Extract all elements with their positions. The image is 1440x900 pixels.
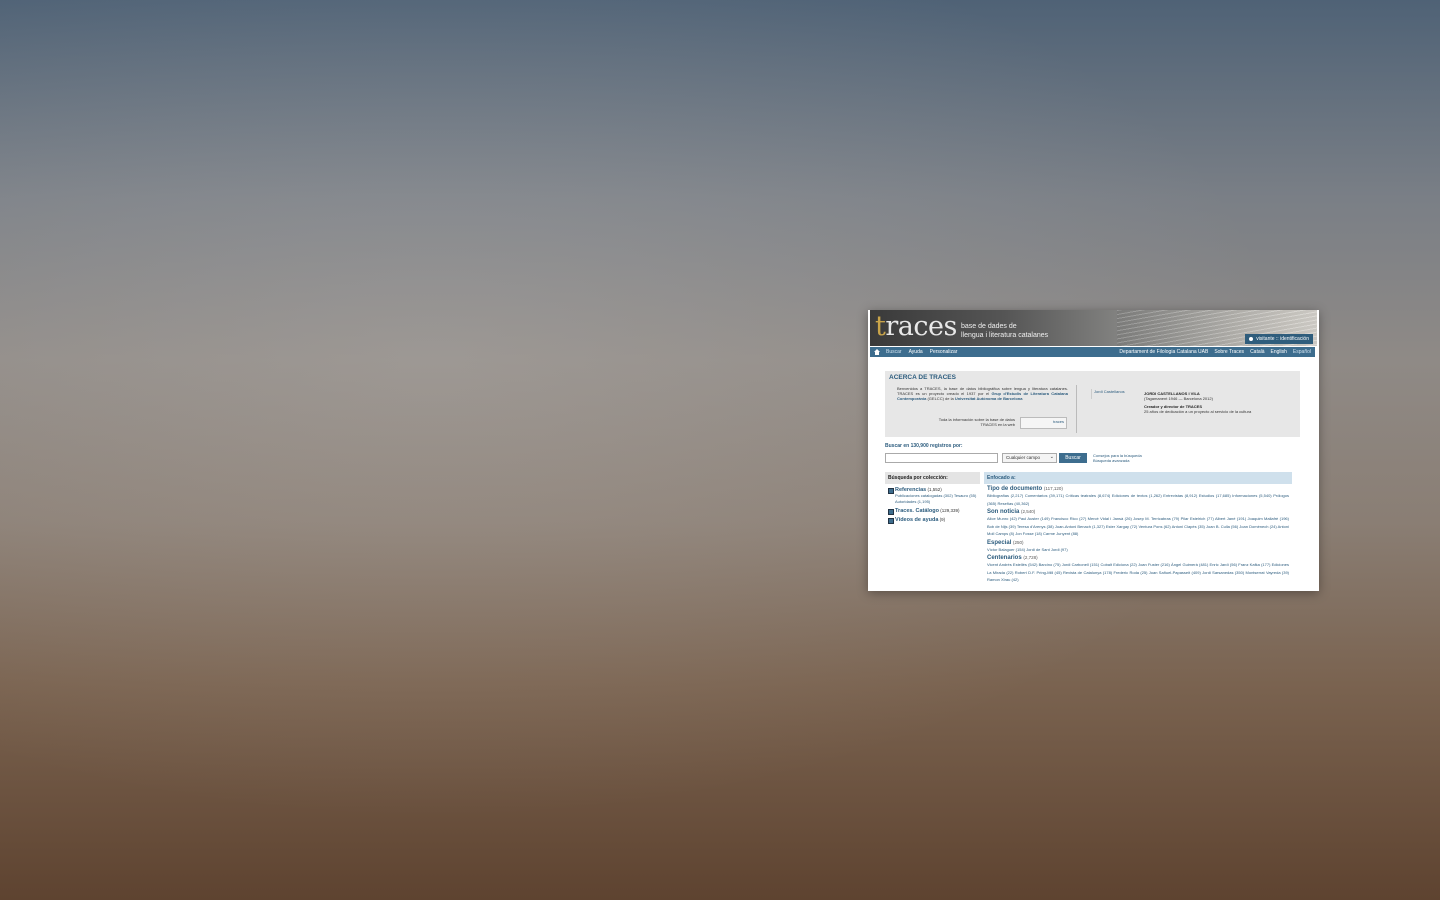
focus-panel: Enfocado a: Tipo de documento (117,120) … (984, 472, 1292, 584)
founder-bio: JORDI CASTELLANOS I VILA (Tagamanent 194… (1144, 391, 1251, 414)
site-logo[interactable]: traces (875, 312, 957, 342)
about-intro: Benvenidos a TRACES, la base de datos bi… (897, 386, 1068, 401)
facet-count: (117,120) (1043, 486, 1063, 491)
collection-sublinks[interactable]: Publicaciones catalogadas (302) Tesauro … (895, 493, 980, 505)
login-label: visitante :: identificación (1256, 336, 1309, 342)
about-title: ACERCA DE TRACES (889, 374, 956, 381)
nav-departament[interactable]: Departament de Filologia Catalana UAB (1119, 349, 1208, 355)
collection-checkbox[interactable] (888, 509, 894, 515)
collection-title[interactable]: Traces. Catálogo (895, 508, 939, 514)
logo-initial: t (875, 311, 886, 342)
advanced-search-link[interactable]: Búsqueda avanzada (1093, 458, 1142, 463)
facet-count: (2,540) (1021, 509, 1036, 514)
lang-catala[interactable]: Català (1250, 349, 1264, 355)
collection-count: (9) (939, 517, 946, 522)
facet-group: Especial (250) Víctor Balaguer (154) Jor… (984, 540, 1292, 554)
uab-link[interactable]: Universitat Autònoma de Barcelona (955, 396, 1023, 401)
facet-title[interactable]: Especial (987, 540, 1011, 546)
collection-title[interactable]: Vídeos de ayuda (895, 517, 938, 523)
intro-mid: (GELCC) de la (927, 396, 954, 401)
home-icon[interactable] (874, 349, 880, 355)
collection-item: Traces. Catálogo (129,339) (885, 508, 980, 515)
nav-sobre-traces[interactable]: Sobre Traces (1214, 349, 1244, 355)
collection-item: Vídeos de ayuda (9) (885, 517, 980, 524)
tagline-line-2: llengua i literatura catalanes (961, 332, 1049, 339)
jordi-photo: Jordi Castellanos (1091, 389, 1139, 399)
facet-links[interactable]: Víctor Balaguer (154) Jordi de Sant Jord… (987, 546, 1289, 554)
facet-group: Centenarios (2,728) Vicent Andrés Estell… (984, 555, 1292, 584)
bio-dates: (Tagamanent 1946 — Barcelona 2012) (1144, 396, 1213, 401)
nav-buscar[interactable]: Buscar (886, 349, 902, 355)
bio-note: 25 años de dedicación a un proyecto al s… (1144, 409, 1252, 414)
facet-group: Tipo de documento (117,120) Bibliografía… (984, 486, 1292, 507)
facet-count: (2,728) (1023, 555, 1038, 560)
login-link[interactable]: visitante :: identificación (1245, 334, 1313, 344)
facet-group: Son noticia (2,540) Alice Munro (42) Pau… (984, 509, 1292, 538)
collection-checkbox[interactable] (888, 518, 894, 524)
traces-website-screenshot: traces base de dades de llengua i litera… (868, 310, 1319, 591)
collection-item: Referencias (1,552) Publicaciones catalo… (885, 487, 980, 505)
facet-links[interactable]: Bibliografías (2,217) Comentarios (39,17… (987, 492, 1289, 507)
about-info-text: Toda la información sobre la base de dat… (938, 417, 1015, 427)
traces-web-image-link[interactable]: traces (1020, 417, 1067, 429)
about-divider (1076, 385, 1077, 433)
nav-personalizar[interactable]: Personalizar (930, 349, 958, 355)
nav-ayuda[interactable]: Ayuda (909, 349, 923, 355)
search-field-select[interactable]: Cualquier campo (1002, 453, 1057, 463)
lang-espanol[interactable]: Español (1293, 349, 1311, 355)
facet-count: (250) (1013, 539, 1024, 545)
facet-links[interactable]: Alice Munro (42) Paul Auster (149) Franc… (987, 515, 1289, 538)
focus-head: Enfocado a: (984, 472, 1292, 484)
site-banner: traces base de dades de llengua i litera… (870, 310, 1317, 346)
user-icon (1249, 337, 1254, 341)
lang-english[interactable]: English (1271, 349, 1287, 355)
collection-count: (1,552) (927, 487, 942, 492)
collections-head: Búsqueda por colección: (885, 472, 980, 484)
search-help-links: Consejos para la búsqueda Búsqueda avanz… (1093, 453, 1142, 463)
search-input[interactable] (885, 453, 998, 463)
logo-rest: races (885, 311, 957, 342)
site-tagline: base de dades de llengua i literatura ca… (961, 322, 1048, 340)
collection-checkbox[interactable] (888, 488, 894, 494)
main-navbar: Buscar Ayuda Personalizar Departament de… (870, 347, 1315, 357)
facet-links[interactable]: Vicent Andrés Estellés (542) Barcino (75… (987, 561, 1289, 584)
search-label: Buscar en 130,900 registros por: (885, 443, 963, 449)
collection-count: (129,339) (940, 508, 960, 513)
collections-panel: Búsqueda por colección: Referencias (1,5… (885, 472, 980, 524)
search-button[interactable]: Buscar (1059, 453, 1087, 463)
about-panel: ACERCA DE TRACES Benvenidos a TRACES, la… (885, 371, 1300, 437)
tagline-line-1: base de dades de (961, 323, 1017, 330)
